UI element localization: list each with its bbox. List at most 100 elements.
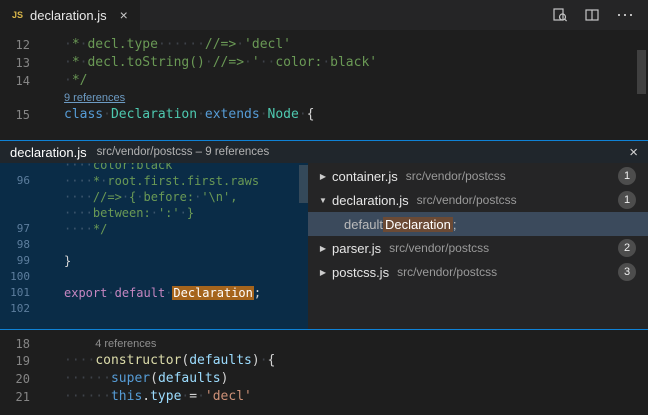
line-content: ·*·decl.type······//=>·'decl' (64, 36, 291, 54)
code-token: ·· (260, 55, 276, 70)
code-token: · (64, 55, 72, 70)
line-content: export·default·Declaration; (64, 285, 261, 301)
code-line[interactable]: ····//=>·{·before:·'\n', (0, 189, 308, 205)
line-content: ····constructor(defaults)·{ (64, 352, 275, 370)
code-line[interactable]: ····color:black (0, 163, 308, 173)
code-token: · (151, 206, 158, 220)
code-line[interactable]: 14·*/ (0, 72, 648, 90)
reference-file-row[interactable]: ▶container.jssrc/vendor/postcss1 (308, 164, 648, 188)
line-content: ······this.type·=·'decl' (64, 388, 252, 406)
tab-bar: JS declaration.js × ⋯ (0, 0, 648, 30)
chevron-down-icon[interactable]: ▼ (314, 196, 332, 205)
code-token: · (205, 55, 213, 70)
codelens-row[interactable]: 9 references (0, 90, 648, 106)
file-path: src/vendor/postcss (389, 241, 489, 255)
chevron-right-icon[interactable]: ▶ (314, 244, 332, 253)
code-line[interactable]: 97····*/ (0, 221, 308, 237)
code-token: this (111, 389, 142, 404)
code-token: */ (72, 73, 88, 88)
code-token: type (150, 389, 181, 404)
code-token: constructor (95, 353, 181, 368)
code-token: = (189, 389, 197, 404)
split-editor-icon[interactable] (584, 7, 600, 23)
code-token: ) (252, 353, 260, 368)
code-token: black' (330, 55, 377, 70)
code-token: before: (144, 190, 195, 204)
code-token: } (64, 254, 71, 268)
file-path: src/vendor/postcss (397, 265, 497, 279)
reference-file-row[interactable]: ▶postcss.jssrc/vendor/postcss3 (308, 260, 648, 284)
code-token: color: (275, 55, 322, 70)
peek-header: declaration.js src/vendor/postcss – 9 re… (0, 141, 648, 163)
code-token: root.first.first.raws (107, 174, 259, 188)
reference-file-row[interactable]: ▼declaration.js src/vendor/postcss 1 (308, 188, 648, 212)
code-token: ···· (64, 222, 93, 236)
codelens-references-link[interactable]: 9 references (64, 92, 125, 104)
code-line[interactable]: 15class·Declaration·extends·Node·{ (0, 106, 648, 124)
reference-list: ▶container.jssrc/vendor/postcss1▼declara… (308, 163, 648, 329)
code-line[interactable]: 21······this.type·=·'decl' (0, 388, 648, 406)
code-token: super (111, 371, 150, 386)
code-line[interactable]: 20······super(defaults) (0, 370, 648, 388)
file-name: declaration.js (332, 193, 409, 208)
scrollbar-thumb[interactable] (637, 50, 646, 94)
code-token: · (236, 37, 244, 52)
peek-view: declaration.js src/vendor/postcss – 9 re… (0, 140, 648, 330)
code-line[interactable]: 100 (0, 269, 308, 285)
line-content: ·*/ (64, 72, 87, 90)
line-content: ····between:·':'·} (64, 205, 194, 221)
code-line[interactable]: 98 (0, 237, 308, 253)
editor-top: 12·*·decl.type······//=>·'decl'13·*·decl… (0, 30, 648, 140)
line-number: 15 (0, 106, 64, 124)
line-number: 97 (0, 221, 64, 237)
file-search-icon[interactable] (552, 7, 568, 23)
line-number: 18 (0, 336, 64, 352)
code-line[interactable]: 13·*·decl.toString()·//=>·'··color:·blac… (0, 54, 648, 72)
code-token: ; (254, 286, 261, 300)
line-number: 98 (0, 237, 64, 253)
code-line[interactable]: 12·*·decl.type······//=>·'decl' (0, 36, 648, 54)
file-name: parser.js (332, 241, 381, 256)
code-token: · (107, 286, 114, 300)
code-line[interactable]: 102 (0, 301, 308, 317)
codelens-references-link[interactable]: 4 references (95, 338, 156, 350)
code-token: Declaration (111, 107, 197, 122)
line-number: 21 (0, 388, 64, 406)
reference-file-row[interactable]: ▶parser.js src/vendor/postcss 2 (308, 236, 648, 260)
peek-title-description: src/vendor/postcss – 9 references (97, 146, 270, 158)
code-line[interactable]: 101export·default·Declaration; (0, 285, 308, 301)
reference-line-row[interactable]: default Declaration; (308, 212, 648, 236)
codelens-row[interactable]: 18 4 references (0, 336, 648, 352)
tab-declaration-js[interactable]: JS declaration.js × (0, 0, 140, 30)
code-line[interactable]: 99} (0, 253, 308, 269)
code-token: export (64, 286, 107, 300)
code-token: color:black (93, 163, 172, 172)
chevron-right-icon[interactable]: ▶ (314, 268, 332, 277)
js-file-icon: JS (12, 10, 23, 20)
scrollbar-thumb[interactable] (299, 165, 308, 203)
code-line[interactable]: ····between:·':'·} (0, 205, 308, 221)
code-token: { (307, 107, 315, 122)
tab-close-icon[interactable]: × (120, 7, 128, 23)
chevron-right-icon[interactable]: ▶ (314, 172, 332, 181)
more-actions-icon[interactable]: ⋯ (616, 7, 634, 23)
count-badge: 1 (618, 191, 636, 209)
line-content: ····*·root.first.first.raws (64, 173, 259, 189)
code-line[interactable]: 96····*·root.first.first.raws (0, 173, 308, 189)
code-token: · (64, 73, 72, 88)
line-number: 19 (0, 352, 64, 370)
code-token: ······ (158, 37, 205, 52)
code-token: */ (93, 222, 107, 236)
peek-title-filename: declaration.js (10, 145, 87, 160)
code-token: default (115, 286, 166, 300)
code-token: ···· (64, 163, 93, 172)
code-line[interactable]: 19····constructor(defaults)·{ (0, 352, 648, 370)
file-path: src/vendor/postcss (417, 193, 517, 207)
count-badge: 2 (618, 239, 636, 257)
line-content: } (64, 253, 71, 269)
match-highlight: Declaration (172, 286, 253, 300)
line-number (0, 163, 64, 173)
line-number: 14 (0, 72, 64, 90)
code-token: defaults (158, 371, 221, 386)
peek-close-icon[interactable]: × (629, 144, 638, 161)
